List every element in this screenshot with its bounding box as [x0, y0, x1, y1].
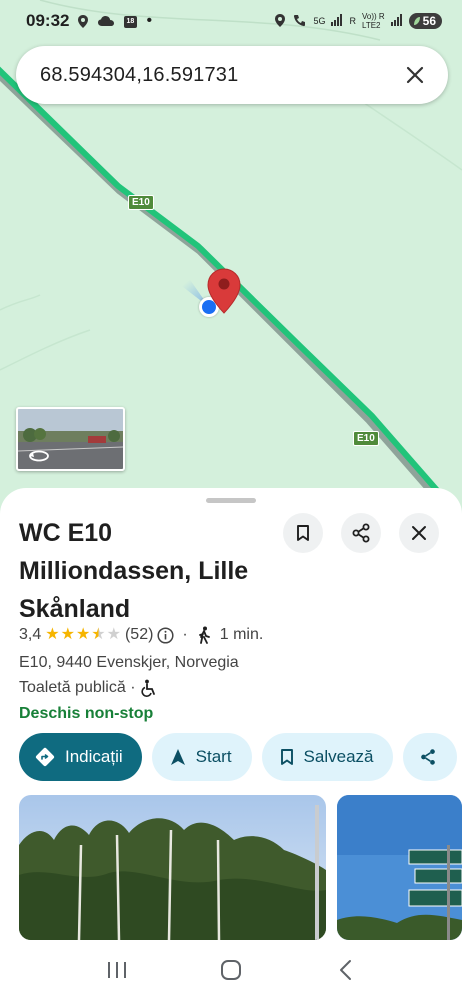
- bookmark-icon: [297, 525, 309, 541]
- more-notifications-dot-icon: •: [146, 12, 153, 29]
- place-address: E10, 9440 Evenskjer, Norvegia: [19, 654, 239, 671]
- star-icon: ★: [106, 626, 121, 643]
- directions-button[interactable]: Indicații: [19, 733, 142, 781]
- status-bar: 09:32 18 • 5G R Vo)) R LTE2 56: [0, 0, 462, 42]
- close-icon: [412, 526, 426, 540]
- directions-label: Indicații: [65, 747, 123, 766]
- search-bar[interactable]: 68.594304,16.591731: [16, 46, 448, 104]
- home-icon: [221, 960, 241, 980]
- signal-bars-icon: [331, 14, 343, 28]
- navigation-arrow-icon: [170, 749, 185, 765]
- walk-time: 1 min.: [219, 626, 264, 643]
- place-category: Toaletă publică ·: [19, 679, 157, 697]
- sheet-drag-handle[interactable]: [206, 498, 256, 503]
- save-button[interactable]: Salvează: [261, 733, 394, 781]
- star-icon: ★: [45, 626, 60, 643]
- save-label: Salvează: [303, 747, 374, 766]
- system-nav-bar: [0, 940, 462, 1000]
- network-label-volte: Vo)) R LTE2: [362, 12, 385, 30]
- wifi-call-icon: [292, 13, 307, 30]
- info-icon[interactable]: [157, 626, 174, 644]
- review-count[interactable]: (52): [125, 626, 153, 644]
- directions-icon: [35, 747, 55, 767]
- back-button[interactable]: [315, 950, 375, 990]
- back-icon: [340, 960, 351, 980]
- place-title: WC E10 Milliondassen, Lille Skånland: [19, 519, 249, 623]
- walking-icon: [198, 626, 210, 644]
- search-input[interactable]: 68.594304,16.591731: [40, 64, 402, 87]
- open-hours[interactable]: Deschis non-stop: [19, 705, 153, 723]
- close-icon: [406, 66, 424, 84]
- start-label: Start: [195, 747, 232, 766]
- place-details-sheet[interactable]: WC E10 Milliondassen, Lille Skånland 3,4…: [0, 488, 462, 940]
- rotate-360-icon: [29, 450, 49, 462]
- share-chip-button[interactable]: [403, 733, 458, 781]
- road-shield-e10: E10: [128, 195, 154, 210]
- cloud-icon: [97, 15, 115, 27]
- star-icon: ★: [91, 626, 106, 643]
- category-label: Toaletă publică ·: [19, 679, 136, 696]
- start-navigation-button[interactable]: Start: [151, 733, 252, 781]
- network-volte-label: Vo)) R: [361, 12, 385, 21]
- location-status-icon-2: [274, 13, 286, 30]
- rating-value: 3,4: [19, 626, 42, 643]
- network-label-r: R: [349, 16, 356, 26]
- road-shield-e10: E10: [353, 431, 379, 446]
- place-pin-icon[interactable]: [207, 268, 241, 314]
- photo-carousel[interactable]: [19, 795, 462, 940]
- rating-stars[interactable]: ★ ★ ★ ★ ★: [45, 627, 121, 643]
- star-icon: ★: [60, 626, 75, 643]
- bookmark-icon: [280, 749, 293, 765]
- wheelchair-icon: [140, 679, 155, 697]
- status-time: 09:32: [26, 11, 70, 30]
- separator-dot: ·: [182, 626, 188, 643]
- close-sheet-button[interactable]: [399, 513, 439, 553]
- battery-level: 56: [422, 14, 436, 28]
- place-photo[interactable]: [337, 795, 462, 940]
- network-label-5g: 5G: [313, 16, 326, 26]
- star-icon: ★: [75, 626, 91, 643]
- home-button[interactable]: [201, 950, 261, 990]
- calendar-icon: 18: [123, 14, 138, 29]
- calendar-badge: 18: [126, 17, 135, 25]
- recent-apps-button[interactable]: [87, 950, 147, 990]
- recent-apps-icon: [108, 962, 126, 978]
- action-chips: Indicații Start Salvează: [19, 733, 458, 781]
- share-button[interactable]: [341, 513, 381, 553]
- signal-bars-icon-2: [390, 14, 403, 28]
- share-icon: [352, 523, 370, 543]
- share-icon: [421, 749, 436, 765]
- clear-search-button[interactable]: [402, 62, 428, 88]
- location-status-icon: [77, 14, 89, 29]
- save-place-button[interactable]: [283, 513, 323, 553]
- street-view-thumbnail[interactable]: [16, 407, 125, 471]
- network-lte-label: LTE2: [361, 21, 381, 30]
- place-photo[interactable]: [19, 795, 326, 940]
- rating-row: 3,4 ★ ★ ★ ★ ★ (52) · 1 min.: [19, 626, 263, 644]
- battery-saver-leaf-icon: [413, 17, 420, 25]
- battery-indicator: 56: [408, 13, 442, 29]
